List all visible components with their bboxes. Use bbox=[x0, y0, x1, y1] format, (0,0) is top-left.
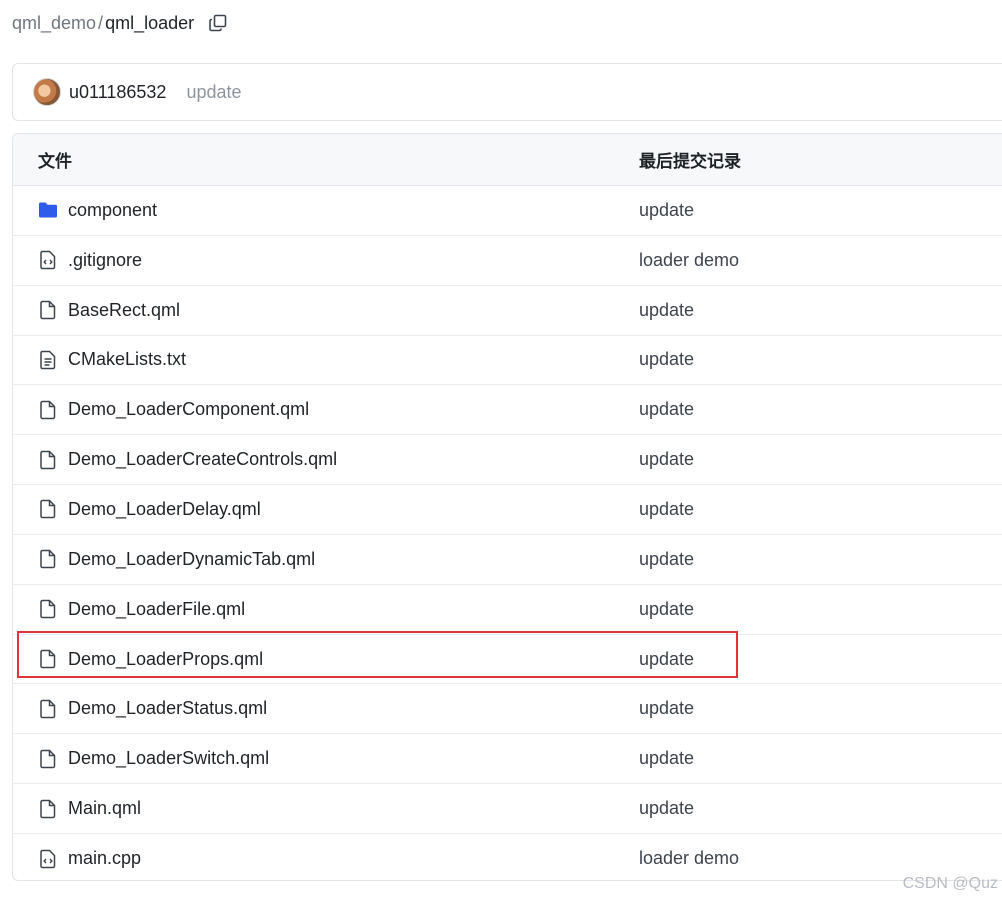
table-row[interactable]: Demo_LoaderStatus.qml update bbox=[13, 684, 1002, 735]
commit-message[interactable]: update bbox=[186, 82, 241, 103]
table-row[interactable]: Demo_LoaderCreateControls.qml update bbox=[13, 435, 1002, 486]
file-name-link[interactable]: Demo_LoaderDynamicTab.qml bbox=[68, 549, 315, 570]
last-commit-link[interactable]: update bbox=[639, 698, 694, 719]
file-icon bbox=[38, 799, 58, 819]
last-commit-link[interactable]: update bbox=[639, 549, 694, 570]
table-row[interactable]: Demo_LoaderFile.qml update bbox=[13, 585, 1002, 635]
table-row[interactable]: Demo_LoaderDynamicTab.qml update bbox=[13, 535, 1002, 585]
file-icon bbox=[38, 749, 58, 769]
table-row[interactable]: Main.qml update bbox=[13, 784, 1002, 834]
file-name-link[interactable]: Demo_LoaderDelay.qml bbox=[68, 499, 261, 520]
last-commit-link[interactable]: update bbox=[639, 499, 694, 520]
last-commit-link[interactable]: update bbox=[639, 200, 694, 221]
watermark: CSDN @Quz bbox=[902, 875, 998, 892]
file-name-link[interactable]: .gitignore bbox=[68, 250, 142, 271]
file-icon bbox=[38, 699, 58, 719]
breadcrumb-parent-link[interactable]: qml_demo bbox=[12, 13, 96, 34]
file-name-link[interactable]: Demo_LoaderStatus.qml bbox=[68, 698, 267, 719]
last-commit-link[interactable]: update bbox=[639, 599, 694, 620]
file-icon bbox=[38, 649, 58, 669]
last-commit-link[interactable]: update bbox=[639, 449, 694, 470]
last-commit-link[interactable]: update bbox=[639, 300, 694, 321]
table-row[interactable]: Demo_LoaderDelay.qml update bbox=[13, 485, 1002, 535]
table-row[interactable]: main.cpp loader demo bbox=[13, 834, 1002, 880]
file-icon bbox=[38, 300, 58, 320]
last-commit-link[interactable]: loader demo bbox=[639, 250, 739, 271]
last-commit-link[interactable]: update bbox=[639, 349, 694, 370]
file-icon bbox=[38, 499, 58, 519]
commit-author[interactable]: u011186532 bbox=[69, 82, 166, 103]
last-commit-link[interactable]: update bbox=[639, 649, 694, 670]
table-row[interactable]: component update bbox=[13, 186, 1002, 236]
last-commit-link[interactable]: update bbox=[639, 399, 694, 420]
file-name-link[interactable]: BaseRect.qml bbox=[68, 300, 180, 321]
header-last-commit: 最后提交记录 bbox=[639, 152, 741, 171]
file-table: 文件 最后提交记录 component update .gitignore loade… bbox=[12, 133, 1002, 881]
file-icon bbox=[38, 450, 58, 470]
file-name-link[interactable]: Demo_LoaderProps.qml bbox=[68, 649, 263, 670]
code-file-icon bbox=[38, 250, 58, 270]
file-icon bbox=[38, 549, 58, 569]
text-file-icon bbox=[38, 350, 58, 370]
breadcrumb-current: qml_loader bbox=[105, 12, 195, 33]
file-list: component update .gitignore loader demo Base… bbox=[13, 186, 1002, 880]
last-commit-link[interactable]: update bbox=[639, 798, 694, 819]
file-icon bbox=[38, 400, 58, 420]
file-icon bbox=[38, 599, 58, 619]
file-name-link[interactable]: Demo_LoaderSwitch.qml bbox=[68, 748, 269, 769]
table-row[interactable]: Demo_LoaderComponent.qml update bbox=[13, 385, 1002, 436]
avatar[interactable] bbox=[33, 78, 61, 106]
last-commit-link[interactable]: loader demo bbox=[639, 848, 739, 869]
table-row[interactable]: Demo_LoaderProps.qml update bbox=[13, 635, 1002, 685]
header-file: 文件 bbox=[38, 152, 72, 171]
folder-icon bbox=[38, 200, 58, 220]
file-name-link[interactable]: Demo_LoaderFile.qml bbox=[68, 599, 245, 620]
file-name-link[interactable]: component bbox=[68, 200, 157, 221]
file-name-link[interactable]: CMakeLists.txt bbox=[68, 349, 186, 370]
breadcrumb: qml_demo / qml_loader bbox=[12, 10, 228, 36]
file-name-link[interactable]: Demo_LoaderComponent.qml bbox=[68, 399, 309, 420]
last-commit-link[interactable]: update bbox=[639, 748, 694, 769]
table-row[interactable]: BaseRect.qml update bbox=[13, 286, 1002, 336]
copy-icon[interactable] bbox=[208, 13, 228, 33]
table-header: 文件 最后提交记录 bbox=[13, 134, 1002, 186]
breadcrumb-separator: / bbox=[98, 12, 104, 33]
file-name-link[interactable]: main.cpp bbox=[68, 848, 141, 869]
table-row[interactable]: CMakeLists.txt update bbox=[13, 336, 1002, 386]
code-file-icon bbox=[38, 849, 58, 869]
latest-commit-bar: u011186532 update bbox=[12, 63, 1002, 121]
file-name-link[interactable]: Main.qml bbox=[68, 798, 141, 819]
table-row[interactable]: Demo_LoaderSwitch.qml update bbox=[13, 734, 1002, 785]
file-name-link[interactable]: Demo_LoaderCreateControls.qml bbox=[68, 449, 337, 470]
table-row[interactable]: .gitignore loader demo bbox=[13, 236, 1002, 286]
